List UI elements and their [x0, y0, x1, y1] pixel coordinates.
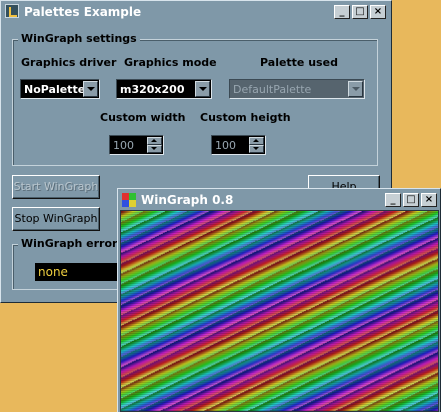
dropdown-arrow-icon[interactable] [83, 81, 98, 97]
minimize-button[interactable]: _ [334, 5, 350, 19]
main-titlebar[interactable]: Palettes Example _ □ × [2, 2, 390, 22]
start-wingraph-button[interactable]: Start WinGraph [12, 175, 100, 199]
palette-used-select[interactable]: DefaultPalette [229, 79, 365, 99]
custom-height-stepper[interactable]: 100 [211, 135, 266, 155]
maximize-button[interactable]: □ [352, 5, 368, 19]
graphics-mode-select[interactable]: m320x200 [116, 79, 212, 99]
custom-width-value: 100 [113, 139, 134, 152]
wingraph-minimize-button[interactable]: _ [385, 193, 401, 207]
graphics-driver-select[interactable]: NoPalette [20, 79, 100, 99]
error-output-field: none [35, 263, 125, 281]
custom-width-stepper[interactable]: 100 [109, 135, 164, 155]
error-group-title: WinGraph error [18, 237, 121, 250]
spin-up-icon[interactable] [249, 137, 264, 145]
wingraph-close-button[interactable]: × [421, 193, 437, 207]
spin-down-icon[interactable] [147, 145, 162, 153]
window-title: Palettes Example [24, 5, 142, 19]
wingraph-window: WinGraph 0.8 _ □ × [117, 188, 441, 412]
close-button[interactable]: × [370, 5, 386, 19]
wingraph-icon[interactable] [122, 193, 136, 207]
custom-width-label: Custom width [100, 111, 186, 124]
custom-height-value: 100 [215, 139, 236, 152]
spin-up-icon[interactable] [147, 137, 162, 145]
stop-wingraph-button[interactable]: Stop WinGraph [12, 207, 100, 231]
graphics-driver-label: Graphics driver [21, 56, 117, 69]
palette-used-value: DefaultPalette [233, 83, 312, 96]
wingraph-titlebar[interactable]: WinGraph 0.8 _ □ × [119, 190, 439, 210]
wingraph-maximize-button[interactable]: □ [403, 193, 419, 207]
dropdown-arrow-icon[interactable] [348, 81, 363, 97]
palette-used-label: Palette used [260, 56, 338, 69]
graphics-canvas[interactable] [120, 210, 439, 412]
graphics-driver-value: NoPalette [24, 83, 86, 96]
app-icon[interactable] [5, 4, 19, 18]
wingraph-title: WinGraph 0.8 [141, 193, 234, 207]
spin-down-icon[interactable] [249, 145, 264, 153]
graphics-mode-label: Graphics mode [124, 56, 217, 69]
dropdown-arrow-icon[interactable] [195, 81, 210, 97]
graphics-mode-value: m320x200 [120, 83, 185, 96]
settings-group-title: WinGraph settings [18, 32, 140, 45]
custom-height-label: Custom heigth [200, 111, 291, 124]
